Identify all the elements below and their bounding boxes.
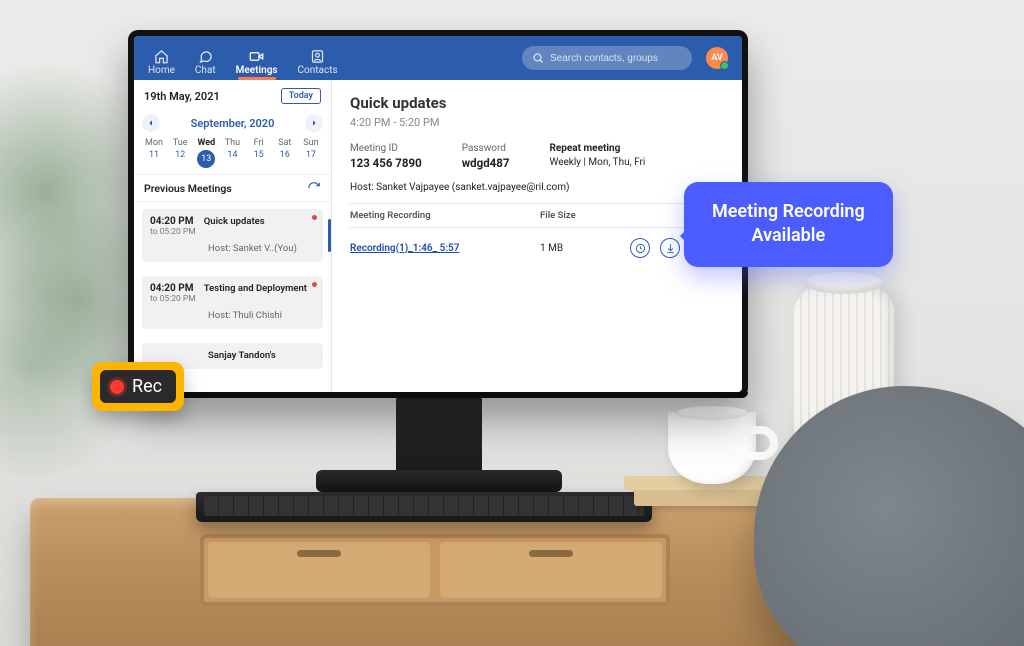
repeat-label: Repeat meeting [549,143,645,154]
nav-home[interactable]: Home [148,48,175,80]
weekday-sun[interactable]: Sun17 [301,138,321,168]
user-avatar[interactable]: AV [706,47,728,69]
host-line: Host: Sanket Vajpayee (sanket.vajpayee@r… [350,182,724,193]
meeting-card-1[interactable]: 04:20 PM to 05:20 PM Quick updates Host:… [142,209,323,262]
meeting-host: Host: Sanket V..(You) [150,243,315,254]
callout-bubble: Meeting Recording Available [684,182,893,267]
weekday-sat[interactable]: Sat16 [275,138,295,168]
recording-dot-icon [312,282,317,287]
weekday-mon[interactable]: Mon11 [144,138,164,168]
recording-row: Recording(1)_1:46_ 5:57 1 MB [350,228,724,268]
detail-time-range: 4:20 PM - 5:20 PM [350,116,724,129]
recording-size: 1 MB [540,243,630,254]
copy-link-button[interactable] [630,238,650,258]
today-button[interactable]: Today [281,88,321,104]
weekday-thu[interactable]: Thu14 [222,138,242,168]
nav-home-label: Home [148,65,175,76]
meeting-title: Sanjay Tandon's [208,350,276,361]
meeting-title: Testing and Deployment [204,283,307,304]
meeting-card-2[interactable]: 04:20 PM to 05:20 PM Testing and Deploym… [142,276,323,329]
record-icon [110,380,124,394]
search-box[interactable] [522,46,692,70]
nav-contacts[interactable]: Contacts [298,48,338,80]
search-input[interactable] [550,53,682,64]
col-size-label: File Size [540,210,630,221]
weekday-wed[interactable]: Wed13 [196,138,216,168]
callout-line1: Meeting Recording [712,200,865,224]
nav-meetings[interactable]: Meetings [236,48,278,80]
contacts-icon [310,48,326,64]
current-date: 19th May, 2021 [144,90,220,103]
nav-chat[interactable]: Chat [195,48,216,80]
callout-line2: Available [712,224,865,248]
meeting-time: 04:20 PM [150,283,196,294]
nav-chat-label: Chat [195,65,216,76]
refresh-icon[interactable] [307,181,321,195]
col-recording-label: Meeting Recording [350,210,540,221]
sidebar: 19th May, 2021 Today September, 2020 M [134,80,332,392]
meeting-title: Quick updates [204,216,265,237]
keyboard [196,492,652,522]
home-icon [153,48,169,64]
chat-icon [197,48,213,64]
next-month-button[interactable] [305,114,323,132]
prev-month-button[interactable] [142,114,160,132]
meetings-icon [249,48,265,64]
top-nav-bar: Home Chat Meetings [134,36,742,80]
meeting-time-to: to 05:20 PM [150,294,196,304]
weekday-tue[interactable]: Tue12 [170,138,190,168]
recording-dot-icon [312,215,317,220]
rec-badge: Rec [92,362,184,411]
password-value: wdgd487 [462,156,510,170]
app-screen: Home Chat Meetings [134,36,742,392]
monitor: Home Chat Meetings [128,30,748,398]
previous-meetings-header: Previous Meetings [144,182,232,195]
detail-title: Quick updates [350,94,724,112]
rec-label: Rec [132,376,162,397]
meeting-host: Host: Thuli Chishi [150,310,315,321]
password-label: Password [462,143,510,154]
meeting-id-label: Meeting ID [350,143,422,154]
repeat-value: Weekly | Mon, Thu, Fri [549,157,645,168]
search-icon [532,52,544,64]
recording-table-header: Meeting Recording File Size [350,203,724,228]
nav-meetings-label: Meetings [236,65,278,76]
recording-link[interactable]: Recording(1)_1:46_ 5:57 [350,243,459,254]
weekday-fri[interactable]: Fri15 [249,138,269,168]
meeting-id-value: 123 456 7890 [350,156,422,170]
nav-contacts-label: Contacts [298,65,338,76]
month-label: September, 2020 [191,117,275,130]
meeting-time: 04:20 PM [150,216,196,227]
meeting-time-to: to 05:20 PM [150,227,196,237]
week-strip: Mon11 Tue12 Wed13 Thu14 Fri15 Sat16 Sun1… [134,138,331,174]
